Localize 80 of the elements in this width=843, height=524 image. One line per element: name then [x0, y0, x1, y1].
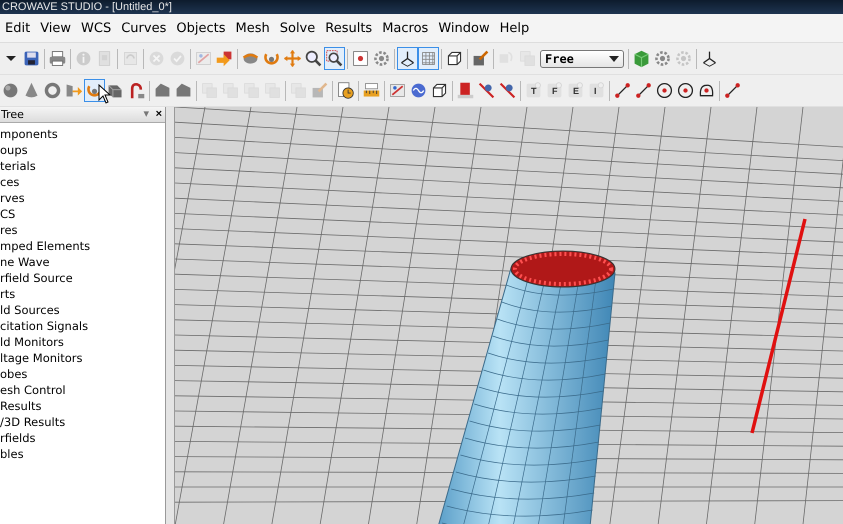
circle-icon — [676, 81, 695, 100]
tree-item[interactable]: mped Elements — [0, 238, 165, 254]
brush-icon — [310, 81, 329, 100]
clock-icon — [336, 81, 355, 100]
tree-item[interactable]: esh Control — [0, 382, 165, 398]
tree-item[interactable]: rfields — [0, 430, 165, 446]
menu-item[interactable]: Edit — [0, 20, 36, 36]
tree-item[interactable]: CS — [0, 206, 165, 222]
fit-view-icon — [351, 49, 370, 68]
menu-item[interactable]: WCS — [76, 20, 116, 36]
lettered-icon — [524, 81, 543, 100]
solid-cube-icon — [632, 49, 651, 68]
menu-item[interactable]: Help — [494, 20, 534, 36]
menu-item[interactable]: Results — [320, 20, 378, 36]
tree-item[interactable]: ld Monitors — [0, 334, 165, 350]
menu-item[interactable]: View — [35, 20, 76, 36]
panel-menu-button[interactable]: ▾ — [140, 108, 153, 121]
axes-icon — [700, 49, 719, 68]
toolbar-button[interactable] — [397, 47, 418, 70]
tree-item[interactable]: ltage Monitors — [0, 350, 165, 366]
line-icon — [613, 81, 632, 100]
frame-icon — [194, 49, 213, 68]
tree-item[interactable]: ces — [0, 174, 165, 190]
wave-icon — [409, 81, 428, 100]
cancel-icon — [147, 49, 166, 68]
tree-item[interactable]: obes — [0, 366, 165, 382]
gear-icon — [653, 49, 672, 68]
grid-icon — [419, 49, 438, 68]
lettered-icon — [587, 81, 606, 100]
cube-icon — [430, 81, 449, 100]
menu-item[interactable]: Window — [433, 20, 495, 36]
tree-item[interactable]: citation Signals — [0, 318, 165, 334]
tree-item[interactable]: ld Sources — [0, 302, 165, 318]
brush-icon — [471, 49, 490, 68]
lettered-icon — [545, 81, 564, 100]
tree-item[interactable]: rves — [0, 190, 165, 206]
printer-icon — [48, 49, 67, 68]
close-button[interactable]: × — [152, 108, 165, 121]
tree-item[interactable]: rfield Source — [0, 270, 165, 286]
gear-icon — [372, 49, 391, 68]
caret-icon — [6, 56, 16, 61]
line-icon — [723, 81, 742, 100]
menu-item[interactable]: Mesh — [230, 20, 275, 36]
panel-title: Tree — [0, 108, 24, 121]
toolbar-button[interactable] — [324, 47, 345, 70]
tree-item[interactable]: /3D Results — [0, 414, 165, 430]
lettered-icon — [566, 81, 585, 100]
axes-icon — [398, 49, 417, 68]
splitter[interactable] — [166, 107, 175, 524]
zoom-icon — [304, 49, 323, 68]
frame-icon — [388, 81, 407, 100]
check-icon — [168, 49, 187, 68]
menu-item[interactable]: Solve — [274, 20, 320, 36]
zoom-icon — [325, 49, 344, 68]
refresh-icon — [121, 49, 140, 68]
tree-item[interactable]: terials — [0, 158, 165, 174]
tree-item[interactable]: mponents — [0, 126, 165, 142]
torus-icon — [43, 81, 62, 100]
circle-icon — [655, 81, 674, 100]
tree-item[interactable]: bles — [0, 446, 165, 462]
door-icon — [456, 81, 475, 100]
gear-icon — [674, 49, 693, 68]
menu-item[interactable]: Curves — [116, 20, 172, 36]
sphere-icon — [1, 81, 20, 100]
menu-item[interactable]: Macros — [377, 20, 434, 36]
cube-icon — [445, 49, 464, 68]
line-icon — [634, 81, 653, 100]
tree-item[interactable]: oups — [0, 142, 165, 158]
menu-item[interactable]: Objects — [171, 20, 230, 36]
tree-item[interactable]: Results — [0, 398, 165, 414]
import-arrow-icon — [215, 49, 234, 68]
move-arrows-icon — [283, 49, 302, 68]
mouse-pointer-icon — [98, 84, 112, 104]
tree-item[interactable]: res — [0, 222, 165, 238]
tree-item[interactable]: rts — [0, 286, 165, 302]
info-icon — [74, 49, 93, 68]
tree-item[interactable]: ne Wave — [0, 254, 165, 270]
view-mode-dropdown[interactable]: Free — [540, 50, 624, 68]
window-title: CROWAVE STUDIO - [Untitled_0*] — [2, 1, 172, 13]
caret-icon — [609, 56, 619, 62]
